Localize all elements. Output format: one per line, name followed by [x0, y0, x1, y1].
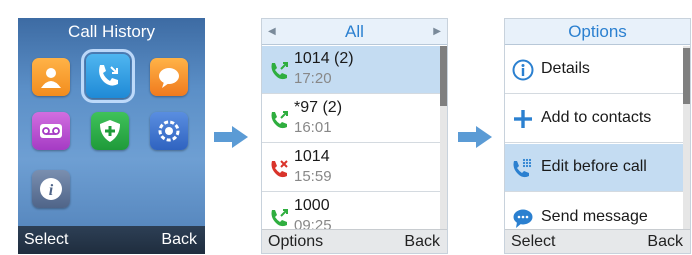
dialpad-phone-icon: [513, 158, 532, 178]
right-arrow-icon[interactable]: ▶: [433, 19, 441, 45]
svg-text:i: i: [49, 182, 54, 199]
call-number: 1000: [294, 197, 330, 214]
call-entry[interactable]: *97 (2) 16:01: [262, 95, 440, 143]
filter-label: All: [345, 22, 364, 41]
screen-title: Call History: [68, 22, 155, 41]
call-history-app-icon[interactable]: [81, 49, 135, 103]
missed-call-icon: [271, 160, 288, 178]
option-details[interactable]: Details: [505, 46, 685, 94]
option-label: Add to contacts: [541, 109, 652, 126]
scrollbar-thumb[interactable]: [440, 46, 447, 106]
options-screen: Options Details Add to contacts Edit bef…: [504, 18, 691, 254]
softkey-bar: Options Back: [262, 229, 447, 253]
call-number: 1014 (2): [294, 50, 354, 67]
home-screen: Call History i Select Back: [18, 18, 205, 254]
back-softkey[interactable]: Back: [161, 226, 197, 254]
back-softkey[interactable]: Back: [404, 230, 440, 253]
scrollbar-thumb[interactable]: [683, 48, 690, 104]
options-title: Options: [568, 22, 627, 41]
option-label: Details: [541, 60, 590, 77]
call-time: 16:01: [294, 119, 332, 136]
options-softkey[interactable]: Options: [268, 230, 323, 253]
plus-icon: [514, 110, 532, 128]
call-time: 17:20: [294, 70, 332, 87]
call-entry[interactable]: 1000 09:25: [262, 193, 440, 231]
option-send-message[interactable]: Send message: [505, 193, 685, 231]
flow-arrow-icon: [458, 126, 492, 148]
option-edit-before-call[interactable]: Edit before call: [505, 144, 685, 192]
option-label: Edit before call: [541, 158, 647, 175]
security-app-icon[interactable]: [91, 112, 129, 150]
scrollbar[interactable]: [440, 46, 447, 231]
contacts-app-icon[interactable]: [32, 58, 70, 96]
back-softkey[interactable]: Back: [647, 230, 683, 253]
messages-app-icon[interactable]: [150, 58, 188, 96]
call-entry[interactable]: 1014 15:59: [262, 144, 440, 192]
info-app-icon[interactable]: i: [32, 170, 70, 208]
outgoing-call-icon: [271, 209, 288, 227]
voicemail-app-icon[interactable]: [32, 112, 70, 150]
softkey-bar: Select Back: [505, 229, 690, 253]
call-number: *97 (2): [294, 99, 343, 116]
call-time: 15:59: [294, 168, 332, 185]
outgoing-call-icon: [271, 111, 288, 129]
call-history-screen: ◀ All ▶ 1014 (2) 17:20 *97 (2) 16:01 101…: [261, 18, 448, 254]
left-arrow-icon[interactable]: ◀: [268, 19, 276, 45]
select-softkey[interactable]: Select: [511, 230, 555, 253]
call-entry[interactable]: 1014 (2) 17:20: [262, 46, 440, 94]
scrollbar[interactable]: [683, 46, 690, 231]
call-number: 1014: [294, 148, 330, 165]
select-softkey[interactable]: Select: [24, 226, 68, 254]
options-header: Options: [505, 19, 690, 45]
message-icon: [513, 209, 533, 228]
settings-app-icon[interactable]: [150, 112, 188, 150]
filter-tab-header[interactable]: ◀ All ▶: [262, 19, 447, 45]
flow-arrow-icon: [214, 126, 248, 148]
option-label: Send message: [541, 208, 648, 225]
option-add-to-contacts[interactable]: Add to contacts: [505, 95, 685, 143]
info-icon: [512, 59, 534, 81]
softkey-bar: Select Back: [18, 226, 205, 254]
outgoing-call-icon: [271, 62, 288, 80]
